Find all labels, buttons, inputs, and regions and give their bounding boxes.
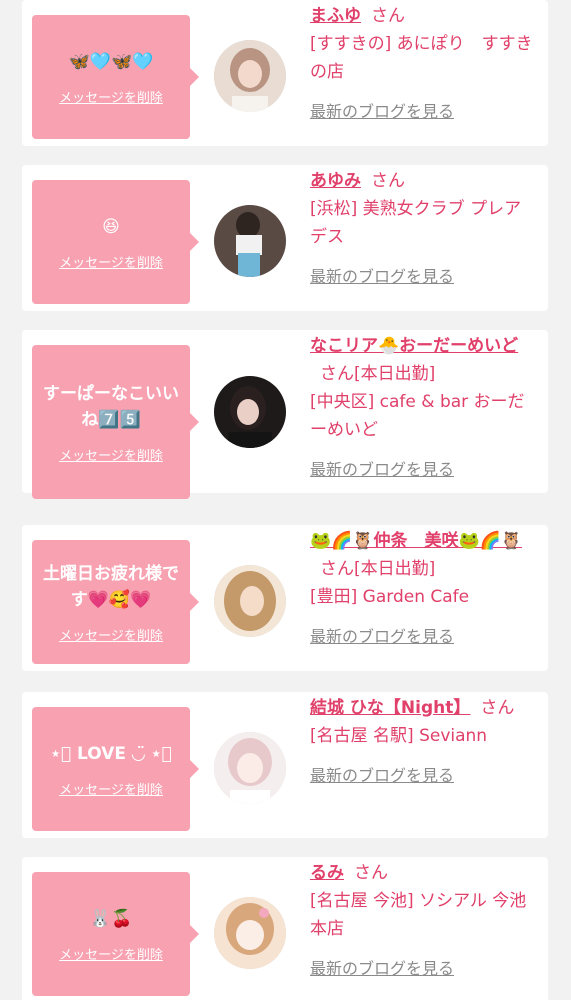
shop-label: [名古屋 今池] ソシアル 今池本店 [310, 891, 527, 939]
name-line: あゆみ さん [310, 167, 538, 195]
latest-blog-link[interactable]: 最新のブログを見る [310, 762, 454, 786]
latest-blog-link[interactable]: 最新のブログを見る [310, 955, 454, 979]
message-card: 🐰🍒 メッセージを削除 るみ さん [名古屋 今池] ソシアル 今池本店 最新のブ… [22, 857, 548, 1000]
message-card: ⋆͛ LOVE ◡̈ ⋆͛ メッセージを削除 結城 ひな【Night】 さん [名… [22, 692, 548, 838]
attendance-status: [本日出勤] [354, 559, 436, 579]
profile-name-link[interactable]: なこリア🐣おーだーめいど [310, 336, 518, 356]
avatar[interactable] [214, 376, 286, 448]
delete-message-link[interactable]: メッセージを削除 [59, 779, 163, 798]
profile-info: 🐸🌈🦉仲条 美咲🐸🌈🦉 さん[本日出勤] [豊田] Garden Cafe 最新の… [310, 527, 538, 647]
profile-name-link[interactable]: あゆみ [310, 171, 361, 191]
honorific: さん [354, 863, 388, 883]
profile-name-link[interactable]: まふゆ [310, 6, 361, 26]
delete-message-link[interactable]: メッセージを削除 [59, 252, 163, 271]
name-line: 🐸🌈🦉仲条 美咲🐸🌈🦉 さん[本日出勤] [310, 527, 538, 583]
message-card: 土曜日お疲れ様です💗🥰💗 メッセージを削除 🐸🌈🦉仲条 美咲🐸🌈🦉 さん[本日出勤… [22, 525, 548, 671]
message-card: すーぱーなこいいね7️⃣5️⃣ メッセージを削除 なこリア🐣おーだーめいどさん[… [22, 330, 548, 499]
delete-message-link[interactable]: メッセージを削除 [59, 944, 163, 963]
avatar[interactable] [214, 205, 286, 277]
honorific: さん [371, 171, 405, 191]
message-bubble: 😆 メッセージを削除 [32, 180, 199, 304]
message-text: 🦋🩵🦋🩵 [68, 51, 154, 72]
message-text: 😆 [102, 216, 120, 237]
profile-info: あゆみ さん [浜松] 美熟女クラブ プレアデス 最新のブログを見る [310, 167, 538, 287]
name-line: 結城 ひな【Night】 さん [310, 694, 538, 722]
message-card: 🦋🩵🦋🩵 メッセージを削除 まふゆ さん [すすきの] あにぽり すすきの店 最新… [22, 0, 548, 146]
message-bubble: すーぱーなこいいね7️⃣5️⃣ メッセージを削除 [32, 345, 199, 499]
shop-label: [すすきの] あにぽり すすきの店 [310, 34, 533, 82]
avatar[interactable] [214, 565, 286, 637]
profile-info: まふゆ さん [すすきの] あにぽり すすきの店 最新のブログを見る [310, 2, 538, 122]
delete-message-link[interactable]: メッセージを削除 [59, 87, 163, 106]
avatar[interactable] [214, 40, 286, 112]
message-text: ⋆͛ LOVE ◡̈ ⋆͛ [50, 743, 172, 764]
attendance-status: [本日出勤] [354, 364, 436, 384]
honorific: さん [320, 364, 354, 384]
latest-blog-link[interactable]: 最新のブログを見る [310, 98, 454, 122]
message-text: 🐰🍒 [89, 908, 133, 929]
message-bubble: 🐰🍒 メッセージを削除 [32, 872, 199, 996]
message-bubble: 土曜日お疲れ様です💗🥰💗 メッセージを削除 [32, 540, 199, 664]
latest-blog-link[interactable]: 最新のブログを見る [310, 263, 454, 287]
profile-info: なこリア🐣おーだーめいどさん[本日出勤] [中央区] cafe & bar おー… [310, 332, 538, 480]
honorific: さん [371, 6, 405, 26]
latest-blog-link[interactable]: 最新のブログを見る [310, 456, 454, 480]
message-card-list: 🦋🩵🦋🩵 メッセージを削除 まふゆ さん [すすきの] あにぽり すすきの店 最新… [0, 0, 571, 1000]
shop-label: [豊田] Garden Cafe [310, 587, 470, 607]
avatar[interactable] [214, 897, 286, 969]
message-card: 😆 メッセージを削除 あゆみ さん [浜松] 美熟女クラブ プレアデス 最新のブロ… [22, 165, 548, 311]
shop-label: [中央区] cafe & bar おーだーめいど [310, 392, 525, 440]
message-bubble: ⋆͛ LOVE ◡̈ ⋆͛ メッセージを削除 [32, 707, 199, 831]
message-bubble: 🦋🩵🦋🩵 メッセージを削除 [32, 15, 199, 139]
name-line: まふゆ さん [310, 2, 538, 30]
shop-label: [名古屋 名駅] Seviann [310, 726, 488, 746]
profile-name-link[interactable]: るみ [310, 863, 344, 883]
shop-label: [浜松] 美熟女クラブ プレアデス [310, 199, 522, 247]
honorific: さん [320, 559, 354, 579]
delete-message-link[interactable]: メッセージを削除 [59, 445, 163, 464]
honorific: さん [480, 698, 515, 718]
name-line: るみ さん [310, 859, 538, 887]
avatar[interactable] [214, 732, 286, 804]
profile-info: るみ さん [名古屋 今池] ソシアル 今池本店 最新のブログを見る [310, 859, 538, 979]
profile-name-link[interactable]: 結城 ひな【Night】 [310, 698, 470, 718]
delete-message-link[interactable]: メッセージを削除 [59, 625, 163, 644]
profile-info: 結城 ひな【Night】 さん [名古屋 名駅] Seviann 最新のブログを見… [310, 694, 538, 786]
profile-name-link[interactable]: 🐸🌈🦉仲条 美咲🐸🌈🦉 [310, 531, 522, 551]
name-line: なこリア🐣おーだーめいどさん[本日出勤] [310, 332, 538, 388]
message-text: すーぱーなこいいね7️⃣5️⃣ [43, 383, 179, 430]
message-text: 土曜日お疲れ様です💗🥰💗 [43, 563, 179, 610]
latest-blog-link[interactable]: 最新のブログを見る [310, 623, 454, 647]
